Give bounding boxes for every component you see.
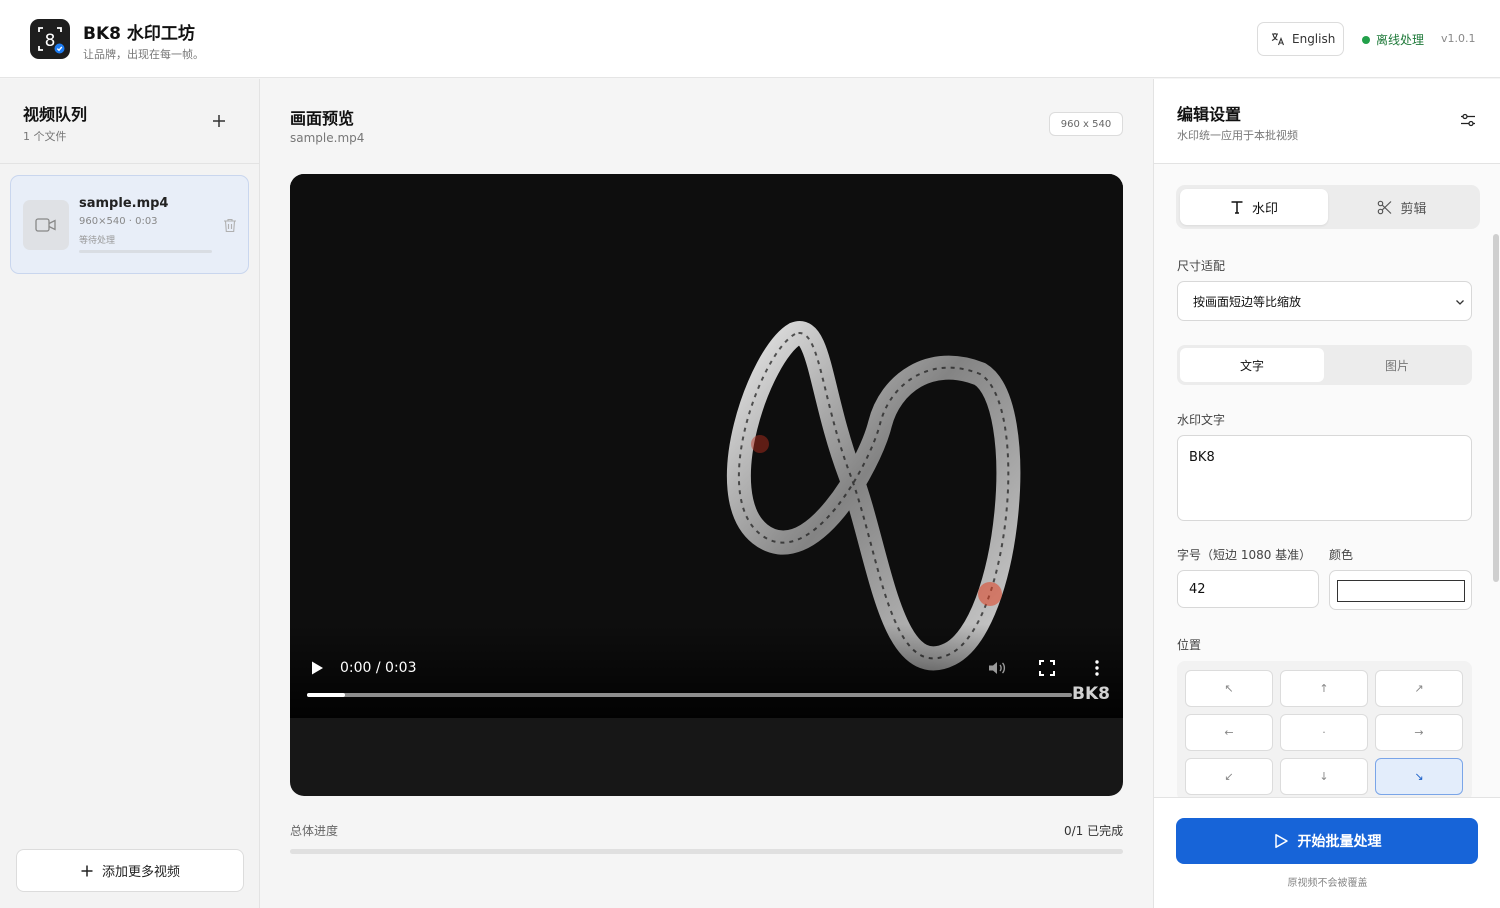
position-bottom-right[interactable]: ↘: [1375, 758, 1463, 795]
play-outline-icon: [1274, 834, 1288, 848]
color-picker[interactable]: [1329, 570, 1472, 610]
status-label: 离线处理: [1376, 33, 1425, 47]
player-time: 0:00 / 0:03: [340, 660, 417, 676]
start-batch-label: 开始批量处理: [1297, 834, 1382, 850]
font-size-label: 字号（短边 1080 基准）: [1177, 548, 1312, 562]
play-icon[interactable]: [310, 660, 324, 676]
translate-icon: [1271, 33, 1285, 46]
color-label: 颜色: [1329, 548, 1354, 562]
video-player[interactable]: 0:00 / 0:03 BK8: [290, 174, 1123, 796]
start-batch-button[interactable]: 开始批量处理: [1176, 818, 1478, 864]
position-top-left[interactable]: ↖: [1185, 670, 1273, 707]
color-swatch: [1337, 580, 1465, 602]
settings-subtitle: 水印统一应用于本批视频: [1177, 129, 1298, 142]
version-label: v1.0.1: [1441, 32, 1476, 45]
tab-image[interactable]: 图片: [1325, 348, 1469, 382]
file-state: 等待处理: [79, 236, 116, 246]
svg-text:8: 8: [45, 31, 56, 51]
fit-label: 尺寸适配: [1177, 259, 1226, 273]
plus-icon: [81, 865, 93, 876]
settings-panel: 编辑设置 水印统一应用于本批视频 水印 剪辑 尺寸适配 按画面短边等比缩放 文字…: [1153, 79, 1500, 908]
queue-count: 1 个文件: [23, 130, 67, 143]
position-top-center[interactable]: ↑: [1280, 670, 1368, 707]
sliders-icon[interactable]: [1460, 112, 1476, 128]
add-more-videos-button[interactable]: 添加更多视频: [16, 849, 244, 892]
dimension-badge: 960 x 540: [1049, 112, 1123, 136]
tab-clip-label: 剪辑: [1400, 201, 1427, 217]
settings-scrollbar[interactable]: [1493, 234, 1499, 582]
video-thumbnail: [23, 200, 69, 250]
file-progress-bar: [79, 250, 212, 253]
logo-icon: 8: [38, 27, 65, 54]
video-queue-panel: 视频队列 1 个文件 sample.mp4 960×540 · 0:03 等待处…: [0, 79, 260, 908]
seek-bar-played: [307, 693, 346, 697]
position-label: 位置: [1177, 638, 1202, 652]
footer-note: 原视频不会被覆盖: [1287, 878, 1368, 889]
font-size-input[interactable]: 42: [1177, 570, 1319, 608]
watermark-type-tabs: 文字 图片: [1177, 345, 1472, 385]
watermark-text-label: 水印文字: [1177, 413, 1226, 427]
status-dot-icon: [1362, 35, 1370, 44]
position-middle-left[interactable]: ←: [1185, 714, 1273, 751]
app-subtitle: 让品牌，出现在每一帧。: [83, 48, 204, 61]
position-bottom-center[interactable]: ↓: [1280, 758, 1368, 795]
settings-title: 编辑设置: [1177, 105, 1242, 124]
overall-progress-count: 0/1 已完成: [1064, 824, 1124, 838]
tab-clip[interactable]: 剪辑: [1328, 189, 1476, 225]
preview-title: 画面预览: [290, 109, 355, 128]
language-button[interactable]: English: [1257, 22, 1344, 56]
fullscreen-icon[interactable]: [1038, 659, 1056, 677]
chevron-down-icon: [1456, 300, 1464, 305]
offline-status: 离线处理: [1362, 31, 1424, 48]
tab-watermark-label: 水印: [1251, 201, 1278, 217]
file-name: sample.mp4: [79, 196, 169, 211]
tab-watermark[interactable]: 水印: [1180, 189, 1328, 225]
fit-select-value: 按画面短边等比缩放: [1193, 294, 1302, 309]
watermark-text-input[interactable]: BK8: [1177, 435, 1472, 521]
settings-footer: 开始批量处理 原视频不会被覆盖: [1154, 797, 1500, 908]
queue-title: 视频队列: [23, 105, 88, 124]
app-header: 8 BK8 水印工坊 让品牌，出现在每一帧。 English 离线处理 v1.0…: [0, 0, 1500, 78]
file-meta: 960×540 · 0:03: [79, 216, 158, 227]
add-more-label: 添加更多视频: [101, 865, 180, 880]
volume-icon[interactable]: [987, 659, 1007, 677]
app-logo: 8: [30, 19, 70, 59]
text-t-icon: [1231, 201, 1243, 214]
seek-bar[interactable]: [307, 693, 1072, 697]
video-camera-icon: [35, 218, 56, 232]
watermark-overlay-text: BK8: [1072, 684, 1110, 704]
preview-panel: 画面预览 sample.mp4 960 x 540 0:00 / 0:03 BK…: [261, 79, 1152, 908]
position-grid: ↖ ↑ ↗ ← · → ↙ ↓ ↘: [1177, 661, 1472, 801]
language-label: English: [1292, 32, 1336, 46]
position-middle-right[interactable]: →: [1375, 714, 1463, 751]
more-options-icon[interactable]: [1090, 659, 1104, 677]
scissors-icon: [1378, 200, 1392, 214]
add-video-plus-icon[interactable]: [208, 110, 230, 132]
mode-tabs: 水印 剪辑: [1176, 185, 1480, 229]
position-bottom-left[interactable]: ↙: [1185, 758, 1273, 795]
fit-select[interactable]: 按画面短边等比缩放: [1177, 281, 1472, 321]
tab-text[interactable]: 文字: [1180, 348, 1324, 382]
preview-filename: sample.mp4: [290, 131, 365, 145]
trash-icon[interactable]: [221, 216, 239, 234]
settings-header: 编辑设置 水印统一应用于本批视频: [1154, 79, 1500, 164]
overall-progress-label: 总体进度: [290, 824, 339, 838]
overall-progress-bar: [290, 849, 1123, 854]
queue-header: 视频队列 1 个文件: [0, 79, 259, 164]
app-title: BK8 水印工坊: [83, 24, 195, 44]
queue-file-item[interactable]: sample.mp4 960×540 · 0:03 等待处理: [10, 175, 249, 274]
position-center[interactable]: ·: [1280, 714, 1368, 751]
position-top-right[interactable]: ↗: [1375, 670, 1463, 707]
